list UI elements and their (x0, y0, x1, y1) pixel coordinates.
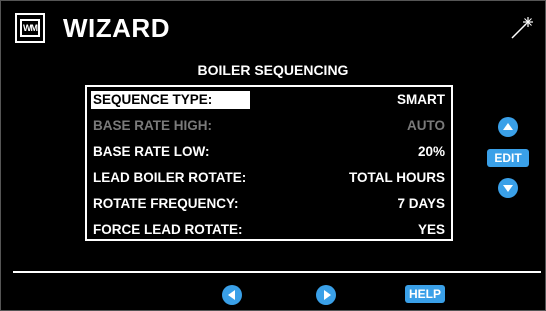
scroll-up-button[interactable] (498, 117, 518, 137)
setting-label: FORCE LEAD ROTATE: (93, 222, 243, 237)
setting-row-base-rate-low[interactable]: BASE RATE LOW: 20% (89, 141, 451, 161)
wizard-screen: WM WIZARD BOILER SEQUENCING SEQUENCE TYP… (0, 0, 546, 311)
arrow-down-icon (503, 185, 513, 192)
setting-row-rotate-frequency[interactable]: ROTATE FREQUENCY: 7 DAYS (89, 193, 451, 213)
setting-row-base-rate-high: BASE RATE HIGH: AUTO (89, 115, 451, 135)
logo-text: WM (20, 19, 40, 37)
setting-label: SEQUENCE TYPE: (91, 91, 250, 109)
help-button[interactable]: HELP (405, 285, 445, 303)
wm-logo-icon: WM (15, 13, 45, 43)
scroll-down-button[interactable] (498, 178, 518, 198)
setting-row-lead-boiler-rotate[interactable]: LEAD BOILER ROTATE: TOTAL HOURS (89, 167, 451, 187)
edit-button[interactable]: EDIT (487, 149, 529, 167)
setting-value: YES (417, 222, 445, 237)
arrow-left-icon (227, 290, 235, 300)
setting-row-force-lead-rotate[interactable]: FORCE LEAD ROTATE: YES (89, 219, 451, 239)
setting-label: BASE RATE HIGH: (93, 118, 213, 133)
setting-value: TOTAL HOURS (348, 170, 445, 185)
setting-value: AUTO (406, 118, 445, 133)
setting-value: SMART (397, 92, 445, 107)
settings-panel: SEQUENCE TYPE: SMART BASE RATE HIGH: AUT… (85, 85, 453, 241)
arrow-right-icon (323, 290, 331, 300)
footer-divider (13, 271, 541, 273)
setting-value: 20% (417, 144, 445, 159)
setting-label: LEAD BOILER ROTATE: (93, 170, 247, 185)
arrow-up-icon (503, 123, 513, 130)
setting-value: 7 DAYS (397, 196, 445, 211)
setting-row-sequence-type[interactable]: SEQUENCE TYPE: SMART (89, 89, 451, 109)
next-button[interactable] (316, 285, 336, 305)
setting-label: BASE RATE LOW: (93, 144, 210, 159)
magic-wand-icon[interactable] (509, 15, 535, 41)
screen-subtitle: BOILER SEQUENCING (197, 62, 349, 78)
setting-label: ROTATE FREQUENCY: (93, 196, 239, 211)
previous-button[interactable] (222, 285, 242, 305)
page-title: WIZARD (63, 13, 170, 43)
